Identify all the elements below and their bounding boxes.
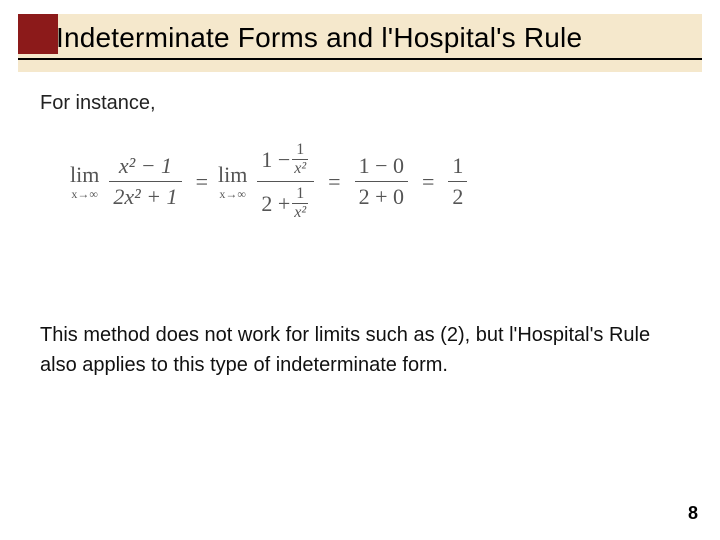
explanation-text: This method does not work for limits suc… xyxy=(40,320,680,380)
small-frac-bot: x² xyxy=(292,205,308,221)
big-den-lead: 2 + xyxy=(261,193,290,215)
accent-square xyxy=(18,14,58,54)
result-numerator: 1 xyxy=(448,153,467,179)
small-frac-den: 1 x² xyxy=(292,186,308,221)
big-denominator: 2 + 1 x² xyxy=(257,184,314,223)
equals-sign: = xyxy=(196,169,208,195)
title-underline xyxy=(18,58,702,60)
result-denominator: 2 xyxy=(448,184,467,210)
equation-display: lim x→∞ x² − 1 2x² + 1 = lim x→∞ 1 − 1 x… xyxy=(70,140,471,223)
big-num-lead: 1 − xyxy=(261,149,290,171)
small-frac-top: 1 xyxy=(294,186,306,202)
lhs-fraction: x² − 1 2x² + 1 xyxy=(109,153,181,210)
limit-operator: lim x→∞ xyxy=(70,164,99,200)
lhs-denominator: 2x² + 1 xyxy=(109,184,181,210)
plug-fraction: 1 − 0 2 + 0 xyxy=(355,153,408,210)
lhs-numerator: x² − 1 xyxy=(115,153,176,179)
result-fraction: 1 2 xyxy=(448,153,467,210)
page-number: 8 xyxy=(688,503,698,524)
limit-operator: lim x→∞ xyxy=(218,164,247,200)
small-frac-bot: x² xyxy=(292,161,308,177)
limit-label: lim xyxy=(218,164,247,186)
plug-denominator: 2 + 0 xyxy=(355,184,408,210)
intro-text: For instance, xyxy=(40,92,156,115)
plug-numerator: 1 − 0 xyxy=(355,153,408,179)
limit-label: lim xyxy=(70,164,99,186)
big-fraction: 1 − 1 x² 2 + 1 x² xyxy=(257,140,314,223)
small-frac-num: 1 x² xyxy=(292,142,308,177)
big-numerator: 1 − 1 x² xyxy=(257,140,314,179)
page-title: Indeterminate Forms and l'Hospital's Rul… xyxy=(56,22,702,54)
equals-sign: = xyxy=(422,169,434,195)
limit-subscript: x→∞ xyxy=(71,188,98,200)
limit-subscript: x→∞ xyxy=(219,188,246,200)
small-frac-top: 1 xyxy=(294,142,306,158)
equals-sign: = xyxy=(328,169,340,195)
